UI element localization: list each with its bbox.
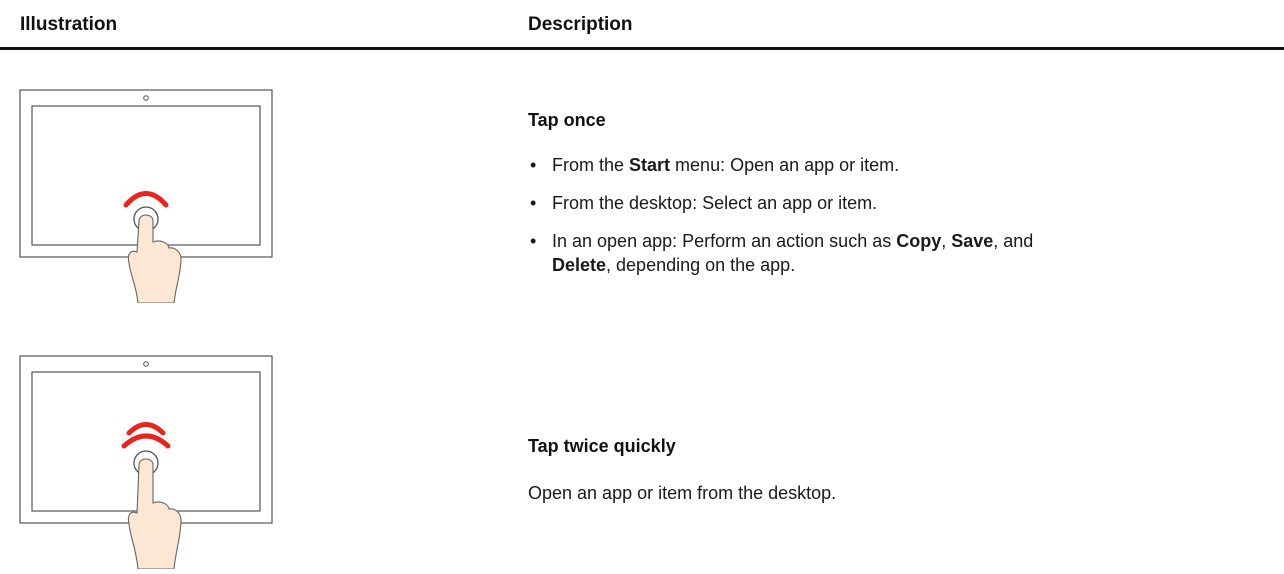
bullet-text: From the desktop: Select an app or item. [552, 193, 878, 213]
bold-term: Copy [896, 231, 942, 251]
gesture-bullet-list: • From the Start menu: Open an app or ite… [528, 153, 1248, 277]
bullet-text: menu: Open an app or item. [670, 155, 900, 175]
gesture-description-text: Open an app or item from the desktop. [528, 483, 837, 503]
tap-once-illustration [18, 88, 274, 303]
bullet-dot: • [530, 231, 537, 251]
description-column-header: Description [528, 14, 633, 35]
bold-term: Save [951, 231, 994, 251]
tap-once-touchscreen-drawing [19, 89, 273, 303]
gesture-title: Tap twice quickly [528, 436, 676, 456]
bullet-text: In an open app: Perform an action such a… [552, 231, 897, 251]
bullet-item: • In an open app: Perform an action such … [528, 229, 1248, 277]
bullet-text: From the [552, 155, 630, 175]
tap-twice-touchscreen-drawing [19, 355, 273, 569]
tap-once-description: Tap once • From the Start menu: Open an a… [528, 110, 1248, 291]
bullet-text: , and [993, 231, 1034, 251]
bullet-item: • From the desktop: Select an app or item… [528, 191, 1248, 215]
bullet-text: , depending on the app. [606, 255, 796, 275]
bullet-text: , [941, 231, 952, 251]
bullet-dot: • [530, 155, 537, 175]
bullet-dot: • [530, 193, 537, 213]
table-header: Illustration Description [0, 0, 1284, 50]
gesture-title: Tap once [528, 110, 606, 130]
bold-term: Delete [552, 255, 607, 275]
bold-term: Start [629, 155, 671, 175]
bullet-item: • From the Start menu: Open an app or ite… [528, 153, 1248, 177]
tap-twice-description: Tap twice quickly Open an app or item fr… [528, 436, 1248, 505]
illustration-column-header: Illustration [20, 14, 118, 35]
tap-twice-illustration [18, 354, 274, 569]
